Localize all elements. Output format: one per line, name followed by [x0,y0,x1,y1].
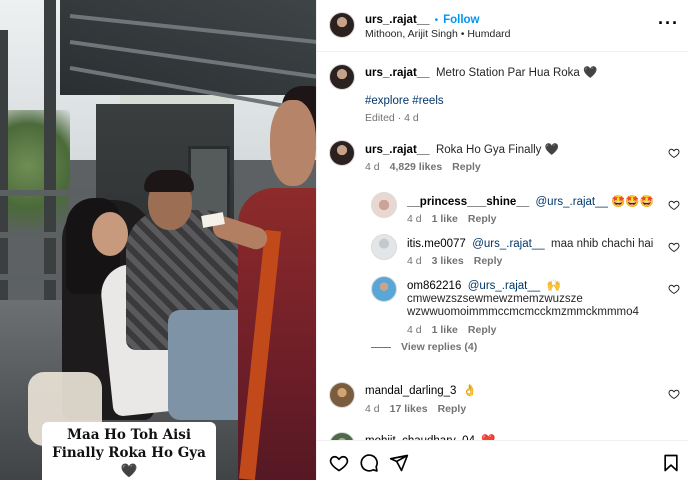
view-replies-button[interactable]: View replies (4) [371,341,477,353]
like-comment-heart-icon[interactable] [668,283,680,295]
comment-time: 4 d [365,161,380,173]
comment-body: urs_.rajat__ Roka Ho Gya Finally 🖤 [365,143,655,158]
reply-button[interactable]: Reply [452,161,481,173]
comment-username[interactable]: mandal_darling_3 [365,385,456,397]
platform-pillar [0,30,8,330]
post-header: urs_.rajat__ • Follow Mithoon, Arijit Sing… [317,0,688,52]
platform-railing [0,190,110,196]
comment-icon[interactable] [359,453,379,473]
reply-button[interactable]: Reply [468,213,497,225]
like-comment-heart-icon[interactable] [668,147,680,159]
comment-mention[interactable]: @urs_.rajat__ [536,196,608,208]
comment-time: 4 d [365,403,380,415]
reply-button[interactable]: Reply [468,324,497,336]
comment-text: 🙌 [546,280,561,292]
comment-likes[interactable]: 1 like [432,213,458,225]
commenter-avatar[interactable] [329,382,355,408]
post-sidebar: urs_.rajat__ • Follow Mithoon, Arijit Sing… [316,0,688,480]
comment-mention[interactable]: @urs_.rajat__ [472,238,544,250]
like-comment-heart-icon[interactable] [668,199,680,211]
reel-video[interactable]: Maa Ho Toh Aisi Finally Roka Ho Gya 🖤 [0,0,316,480]
comment-mention[interactable]: @urs_.rajat__ [468,280,540,292]
reply-button[interactable]: Reply [474,255,503,267]
action-bar [317,440,688,480]
audio-line[interactable]: Mithoon, Arijit Singh • Humdard [365,28,511,40]
comment-body: mandal_darling_3 👌 [365,384,655,399]
commenter-avatar[interactable] [371,276,397,302]
author-avatar[interactable] [329,12,355,38]
view-replies-line [371,346,391,348]
follow-button[interactable]: Follow [443,14,479,26]
reply-button[interactable]: Reply [438,403,467,415]
commenter-avatar[interactable] [329,140,355,166]
commenter-avatar[interactable] [371,234,397,260]
comment-text: 🤩🤩🤩 [611,196,655,208]
comment-likes[interactable]: 4,829 likes [390,161,443,173]
comment-username[interactable]: urs_.rajat__ [365,144,430,156]
like-comment-heart-icon[interactable] [668,241,680,253]
commenter-avatar[interactable] [371,192,397,218]
comment-username[interactable]: om862216 [407,280,461,292]
comment-time: 4 d [407,213,422,225]
author-line: urs_.rajat__ • Follow [365,12,480,26]
separator-dot: • [434,15,439,26]
bookmark-icon[interactable] [661,453,681,473]
comment-likes[interactable]: 17 likes [390,403,428,415]
music-song: Humdard [467,28,511,40]
share-icon[interactable] [389,453,409,473]
separator-dot: • [460,29,465,40]
music-artist: Mithoon, Arijit Singh [365,28,458,40]
standing-woman-face [270,100,316,186]
comment-text-line: wzwwuomoimmmccmcmcckmzmmckmmmo4 [407,306,639,318]
comment-meta: 4 d 4,829 likes Reply [365,161,491,173]
comment-text: Roka Ho Gya Finally 🖤 [435,144,559,156]
hashtags[interactable]: #explore #reels [365,94,444,109]
comment-text: maa nhib chachi hai [551,238,654,250]
comment-body: itis.me0077 @urs_.rajat__ maa nhib chach… [407,237,657,252]
comment-meta: 4 d 3 likes Reply [407,255,512,267]
heart-icon[interactable] [329,453,349,473]
comment-username[interactable]: itis.me0077 [407,238,466,250]
view-replies-label: View replies (4) [401,341,478,353]
caption-username[interactable]: urs_.rajat__ [365,67,430,79]
like-comment-heart-icon[interactable] [668,388,680,400]
comment-time: 4 d [407,255,422,267]
edited-timestamp: Edited · 4 d [365,112,419,124]
woman-face [92,212,128,256]
comment-meta: 4 d 1 like Reply [407,213,506,225]
more-options-icon[interactable]: ··· [658,14,679,32]
background-trees [0,110,70,250]
comment-time: 4 d [407,324,422,336]
man-hair [144,170,194,192]
comment-meta: 4 d 1 like Reply [407,324,506,336]
platform-pillar [44,0,56,320]
comment-body: __princess___shine__ @urs_.rajat__ 🤩🤩🤩 [407,195,657,210]
post-caption: urs_.rajat__ Metro Station Par Hua Roka … [365,66,665,81]
video-caption-overlay: Maa Ho Toh Aisi Finally Roka Ho Gya 🖤 [42,422,216,480]
caption-text: Metro Station Par Hua Roka 🖤 [435,67,598,79]
author-avatar[interactable] [329,64,355,90]
comment-username[interactable]: __princess___shine__ [407,196,529,208]
comment-likes[interactable]: 1 like [432,324,458,336]
comment-text: 👌 [462,385,478,397]
comment-likes[interactable]: 3 likes [432,255,464,267]
comment-meta: 4 d 17 likes Reply [365,403,476,415]
author-username[interactable]: urs_.rajat__ [365,14,430,26]
